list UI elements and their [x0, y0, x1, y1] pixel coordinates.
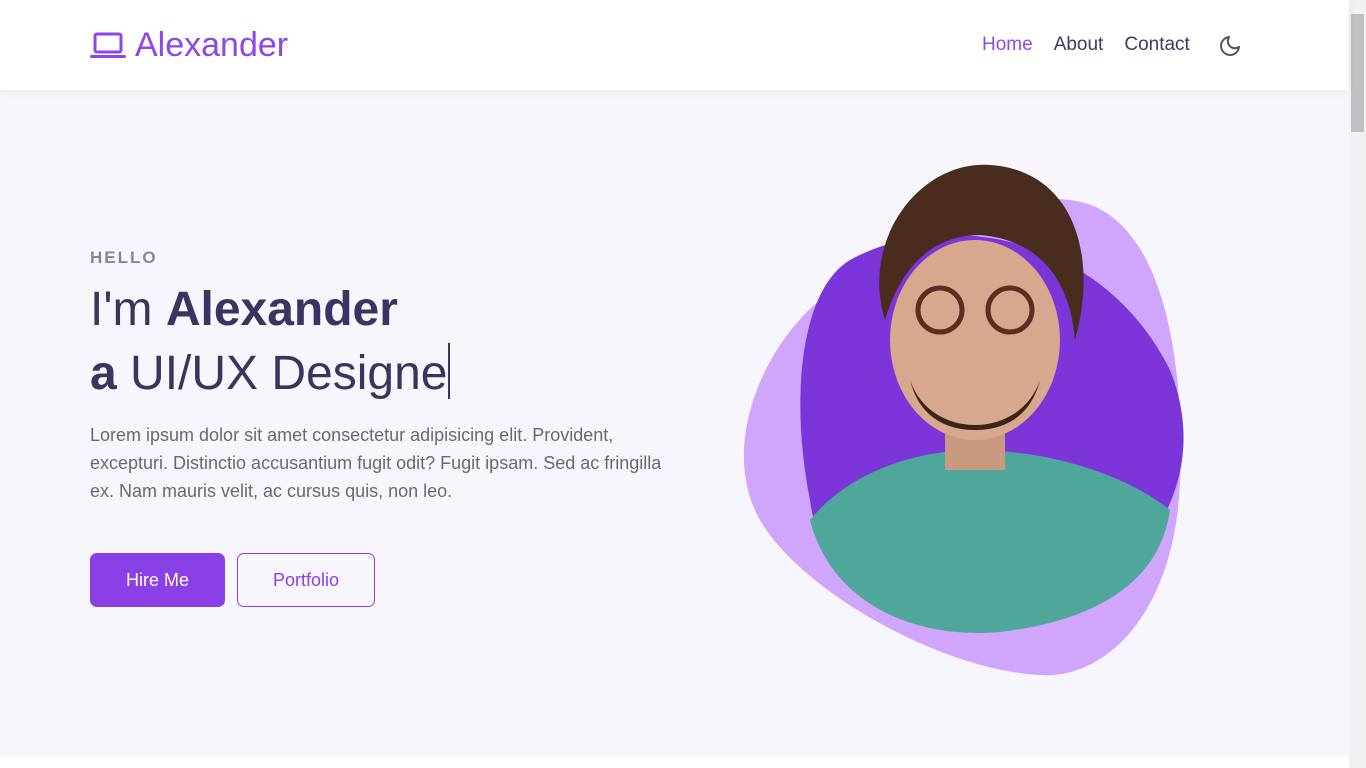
hero-eyebrow: HELLO: [90, 248, 158, 267]
logo[interactable]: Alexander: [89, 26, 288, 65]
hero-portrait: [743, 164, 1184, 676]
nav-home[interactable]: Home: [982, 34, 1033, 56]
laptop-icon: [90, 32, 126, 58]
moon-icon[interactable]: [1218, 34, 1242, 58]
typing-cursor: [447, 343, 450, 399]
heading-name: Alexander: [165, 283, 398, 336]
nav-contact[interactable]: Contact: [1124, 34, 1189, 56]
scrollbar[interactable]: [1349, 0, 1366, 768]
hire-me-button[interactable]: Hire Me: [90, 553, 225, 607]
portfolio-button[interactable]: Portfolio: [237, 553, 375, 607]
logo-text: Alexander: [135, 26, 289, 64]
header: Alexander Home About Contact: [0, 0, 1349, 90]
hero-heading: I'm Alexander a UI/UX Designe: [90, 278, 450, 406]
typed-role: UI/UX Designe: [116, 347, 448, 400]
scrollbar-thumb[interactable]: [1351, 14, 1364, 132]
heading-prefix: I'm: [90, 283, 166, 336]
hero-description: Lorem ipsum dolor sit amet consectetur a…: [90, 425, 662, 501]
main-nav: Home About Contact: [982, 34, 1190, 56]
next-section: [0, 756, 1349, 768]
nav-about[interactable]: About: [1054, 34, 1104, 56]
heading-article: a: [90, 347, 117, 400]
